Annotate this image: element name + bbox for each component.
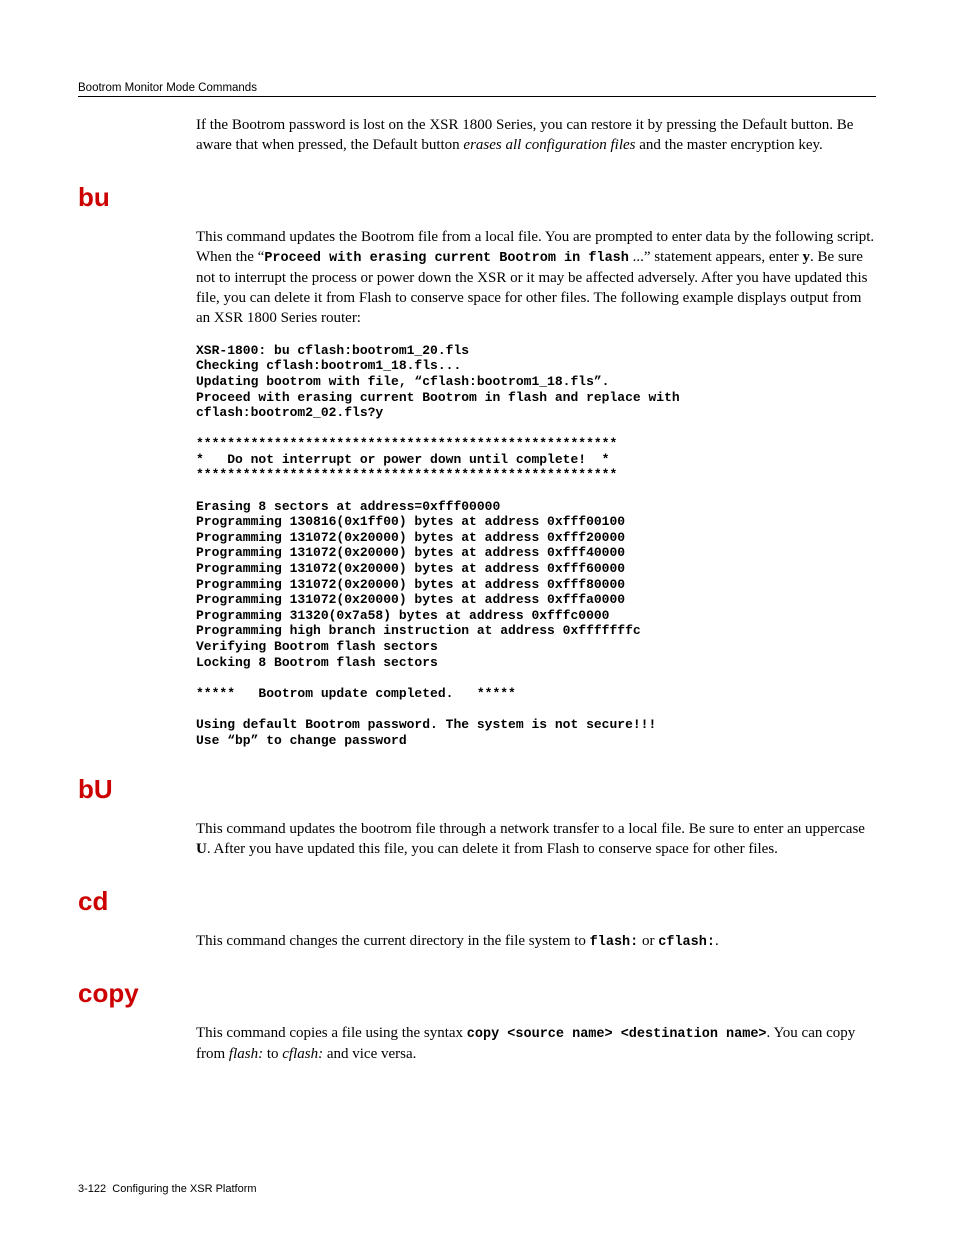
inline-code: flash: (590, 935, 639, 950)
page-number: 3-122 (78, 1183, 106, 1195)
text: This command updates the bootrom file th… (196, 821, 865, 837)
text: and vice versa. (323, 1046, 416, 1062)
text: . After you have updated this file, you … (207, 841, 778, 857)
text-italic: erases all configuration files (463, 137, 635, 153)
text-italic: cflash: (282, 1046, 323, 1062)
text: This command copies a file using the syn… (196, 1025, 467, 1041)
text: or (638, 933, 658, 949)
text-italic: flash: (229, 1046, 263, 1062)
running-head: Bootrom Monitor Mode Commands (78, 82, 876, 97)
page: Bootrom Monitor Mode Commands If the Boo… (0, 0, 954, 1235)
text: to (263, 1046, 282, 1062)
text-bold: U (196, 841, 207, 857)
bu-code-block: XSR-1800: bu cflash:bootrom1_20.fls Chec… (196, 343, 876, 748)
footer-title: Configuring the XSR Platform (112, 1183, 256, 1195)
page-footer: 3-122 Configuring the XSR Platform (78, 1183, 257, 1195)
section-heading-bU: bU (78, 774, 876, 805)
text: ...” statement appears, enter (629, 249, 803, 265)
text-bold: y (803, 249, 811, 265)
section-heading-bu: bu (78, 182, 876, 213)
cd-paragraph: This command changes the current directo… (196, 931, 876, 952)
intro-paragraph: If the Bootrom password is lost on the X… (196, 115, 876, 156)
section-heading-copy: copy (78, 978, 876, 1009)
text: and the master encryption key. (636, 137, 823, 153)
inline-code: copy <source name> <destination name> (467, 1027, 767, 1042)
text: This command changes the current directo… (196, 933, 590, 949)
bu-paragraph: This command updates the Bootrom file fr… (196, 227, 876, 329)
section-heading-cd: cd (78, 886, 876, 917)
copy-paragraph: This command copies a file using the syn… (196, 1023, 876, 1064)
bU-paragraph: This command updates the bootrom file th… (196, 819, 876, 860)
inline-code: Proceed with erasing current Bootrom in … (264, 251, 629, 266)
text: . (715, 933, 719, 949)
inline-code: cflash: (658, 935, 715, 950)
